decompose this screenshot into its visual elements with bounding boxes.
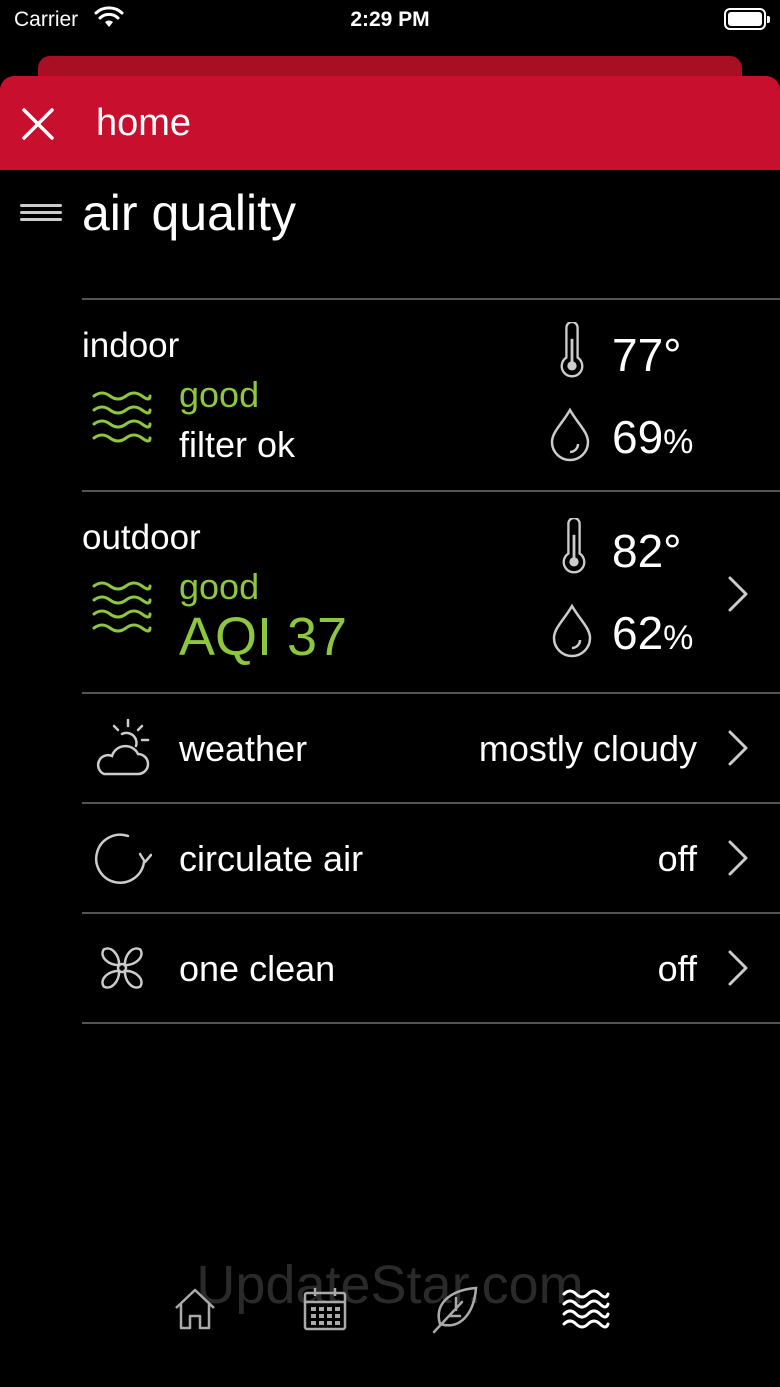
row-value: off — [657, 838, 697, 879]
thermometer-icon — [560, 322, 584, 378]
tab-bar — [0, 1280, 780, 1340]
outdoor-label: outdoor — [82, 518, 201, 557]
status-bar: Carrier 2:29 PM — [0, 0, 780, 40]
chevron-right-icon[interactable] — [726, 574, 750, 614]
circulate-icon — [94, 833, 152, 884]
thermometer-icon — [562, 518, 586, 574]
chevron-right-icon[interactable] — [726, 728, 750, 768]
chevron-right-icon[interactable] — [726, 948, 750, 988]
air-waves-icon — [92, 581, 152, 633]
indoor-status: good — [179, 374, 260, 415]
divider — [82, 1022, 780, 1024]
outdoor-humidity-unit: % — [663, 619, 694, 657]
row-label: circulate air — [179, 838, 364, 879]
one-clean-row[interactable]: one clean off — [82, 914, 780, 1022]
hamburger-menu-icon[interactable] — [20, 200, 62, 230]
status-time: 2:29 PM — [350, 8, 430, 31]
header-title: home — [96, 102, 192, 144]
row-label: one clean — [179, 948, 336, 989]
divider — [82, 298, 780, 300]
partly-cloudy-icon — [96, 718, 150, 776]
divider — [82, 490, 780, 492]
outdoor-humidity-value: 62 — [612, 607, 664, 659]
indoor-humidity-unit: % — [663, 423, 694, 461]
waves-icon[interactable] — [560, 1284, 610, 1334]
indoor-temperature: 77° — [612, 329, 682, 381]
header-bar: home — [0, 76, 780, 170]
humidity-drop-icon — [550, 407, 590, 462]
indoor-humidity-value: 69 — [612, 411, 664, 463]
fan-icon — [101, 947, 143, 989]
filter-status: filter ok — [179, 424, 296, 465]
outdoor-status: good — [179, 566, 260, 607]
weather-row[interactable]: weather mostly cloudy — [82, 694, 780, 802]
leaf-icon[interactable] — [430, 1284, 480, 1334]
chevron-right-icon[interactable] — [726, 838, 750, 878]
circulate-air-row[interactable]: circulate air off — [82, 804, 780, 912]
humidity-drop-icon — [552, 603, 592, 658]
calendar-icon[interactable] — [300, 1284, 350, 1334]
indoor-label: indoor — [82, 326, 180, 365]
battery-icon — [724, 8, 770, 30]
close-icon[interactable] — [18, 104, 58, 144]
row-value: off — [657, 948, 697, 989]
row-label: weather — [179, 728, 308, 769]
home-icon[interactable] — [170, 1284, 220, 1334]
page-title: air quality — [82, 185, 296, 241]
outdoor-humidity: 62% — [612, 606, 693, 660]
aqi-value: AQI 37 — [179, 607, 348, 667]
outdoor-temperature: 82° — [612, 525, 682, 577]
row-value: mostly cloudy — [478, 728, 697, 769]
air-waves-icon — [92, 391, 152, 443]
indoor-humidity: 69% — [612, 410, 693, 464]
